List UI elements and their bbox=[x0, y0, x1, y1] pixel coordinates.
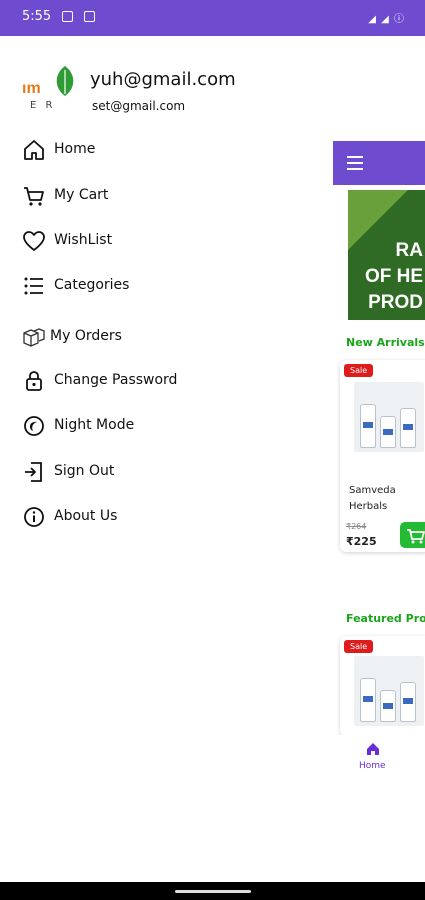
banner-line: OF HE bbox=[364, 266, 423, 287]
drawer-item-change-password[interactable]: Change Password bbox=[0, 361, 333, 401]
sale-badge: Sale bbox=[344, 364, 374, 377]
product-image bbox=[354, 382, 424, 452]
boxes-icon bbox=[23, 328, 45, 347]
product-price: ₹225 bbox=[346, 535, 377, 548]
user-email-secondary: set@gmail.com bbox=[92, 99, 186, 113]
product-name: Samveda bbox=[349, 485, 396, 496]
notification-icon bbox=[84, 11, 95, 22]
notification-icon bbox=[62, 11, 73, 22]
drawer-item-my-cart[interactable]: My Cart bbox=[0, 176, 333, 216]
drawer-item-label: Sign Out bbox=[54, 463, 115, 479]
product-old-price: ₹264 bbox=[346, 522, 367, 531]
home-gesture-handle[interactable] bbox=[175, 890, 251, 893]
drawer-item-categories[interactable]: Categories bbox=[0, 266, 333, 306]
featured-products-title: Featured Prod bbox=[346, 612, 425, 625]
promo-banner[interactable]: RA OF HE PROD bbox=[348, 190, 425, 320]
list-icon bbox=[24, 277, 43, 295]
drawer-item-label: My Orders bbox=[50, 328, 122, 344]
sale-badge: Sale bbox=[344, 640, 374, 653]
drawer-item-label: WishList bbox=[54, 232, 113, 248]
product-card[interactable]: Sale bbox=[340, 636, 425, 736]
drawer-item-label: Night Mode bbox=[54, 417, 135, 433]
app-toolbar bbox=[333, 141, 425, 185]
home-icon bbox=[24, 140, 44, 160]
drawer-item-sign-out[interactable]: Sign Out bbox=[0, 452, 333, 492]
banner-line: RA bbox=[395, 240, 423, 261]
drawer-item-label: Categories bbox=[54, 277, 130, 293]
leaf-icon bbox=[56, 66, 74, 96]
bottom-nav-home-label[interactable]: Home bbox=[359, 761, 386, 771]
cart-icon bbox=[407, 529, 425, 544]
heart-icon bbox=[23, 231, 45, 251]
sign-out-icon bbox=[25, 462, 42, 482]
user-email: yuh@gmail.com bbox=[90, 69, 236, 90]
logo-subtext: E R bbox=[30, 100, 56, 111]
brand-logo: ım E R bbox=[22, 64, 78, 118]
drawer-item-label: My Cart bbox=[54, 187, 109, 203]
add-to-cart-button[interactable] bbox=[400, 522, 425, 548]
drawer-item-label: Change Password bbox=[54, 372, 178, 388]
cart-icon bbox=[24, 187, 44, 206]
signal-battery-icon: ◢ ◢ ⓘ bbox=[368, 14, 405, 25]
drawer-item-wishlist[interactable]: WishList bbox=[0, 221, 333, 261]
moon-icon bbox=[24, 416, 44, 436]
status-time: 5:55 bbox=[22, 9, 52, 24]
hamburger-menu-icon[interactable] bbox=[347, 156, 363, 170]
product-image bbox=[354, 656, 424, 726]
new-arrivals-title: New Arrivals bbox=[346, 336, 425, 349]
logo-text: ım bbox=[22, 80, 41, 97]
info-icon bbox=[24, 507, 44, 527]
banner-line: PROD bbox=[368, 292, 423, 313]
drawer-item-label: Home bbox=[54, 141, 96, 157]
navigation-drawer: ım E R yuh@gmail.com set@gmail.com Home … bbox=[0, 36, 333, 882]
home-icon[interactable] bbox=[365, 741, 381, 757]
drawer-item-night-mode[interactable]: Night Mode bbox=[0, 406, 333, 446]
status-bar: 5:55 ◢ ◢ ⓘ bbox=[0, 0, 425, 36]
drawer-item-my-orders[interactable]: My Orders bbox=[0, 317, 333, 357]
bottom-navigation: Home bbox=[333, 735, 425, 785]
drawer-item-about-us[interactable]: About Us bbox=[0, 497, 333, 537]
drawer-item-home[interactable]: Home bbox=[0, 130, 333, 170]
product-card[interactable]: Sale Samveda Herbals ₹264 ₹225 bbox=[340, 360, 425, 552]
system-navigation-bar bbox=[0, 882, 425, 900]
drawer-item-label: About Us bbox=[54, 508, 118, 524]
product-name: Herbals bbox=[349, 501, 388, 512]
lock-icon bbox=[26, 371, 42, 391]
